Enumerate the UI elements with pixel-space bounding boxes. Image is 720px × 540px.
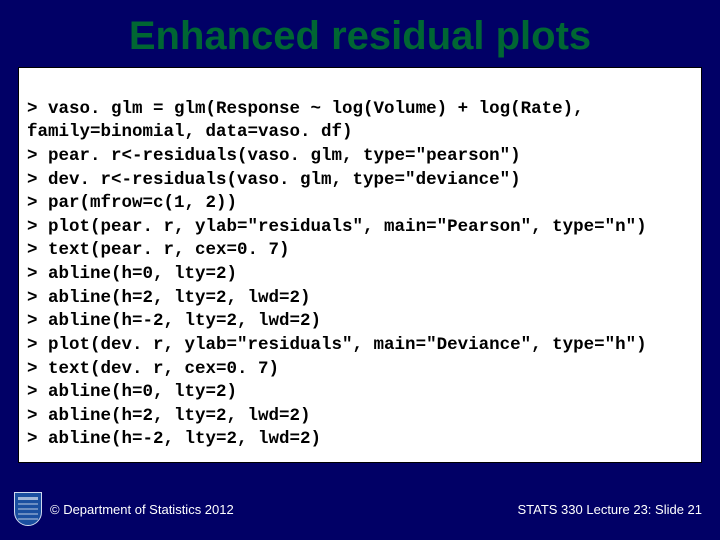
code-line: > par(mfrow=c(1, 2)) [27,193,237,213]
code-line: > text(dev. r, cex=0. 7) [27,359,279,379]
university-crest-icon [14,492,42,526]
copyright-text: © Department of Statistics 2012 [50,502,234,517]
code-block: > vaso. glm = glm(Response ~ log(Volume)… [18,67,702,463]
code-line: > plot(pear. r, ylab="residuals", main="… [27,217,647,237]
code-line: > abline(h=2, lty=2, lwd=2) [27,288,311,308]
code-line: > dev. r<-residuals(vaso. glm, type="dev… [27,170,521,190]
code-line: > plot(dev. r, ylab="residuals", main="D… [27,335,647,355]
code-line: > abline(h=-2, lty=2, lwd=2) [27,429,321,449]
code-line: > abline(h=-2, lty=2, lwd=2) [27,311,321,331]
code-line: > vaso. glm = glm(Response ~ log(Volume)… [27,99,594,119]
footer-left: © Department of Statistics 2012 [14,492,234,526]
code-line: > text(pear. r, cex=0. 7) [27,240,290,260]
code-line: family=binomial, data=vaso. df) [27,122,353,142]
code-line: > pear. r<-residuals(vaso. glm, type="pe… [27,146,521,166]
footer: © Department of Statistics 2012 STATS 33… [0,492,720,526]
code-line: > abline(h=0, lty=2) [27,382,237,402]
code-line: > abline(h=2, lty=2, lwd=2) [27,406,311,426]
code-line: > abline(h=0, lty=2) [27,264,237,284]
page-info: STATS 330 Lecture 23: Slide 21 [517,502,702,517]
slide-title: Enhanced residual plots [0,0,720,67]
